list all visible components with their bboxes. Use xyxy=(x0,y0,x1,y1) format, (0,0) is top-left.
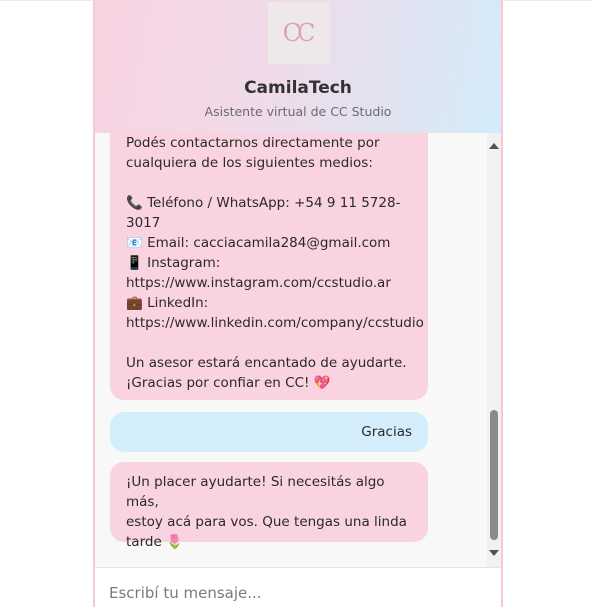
assistant-name: CamilaTech xyxy=(244,78,352,98)
assistant-subtitle: Asistente virtual de CC Studio xyxy=(204,104,392,119)
logo-monogram: CC xyxy=(282,19,316,47)
chat-widget: CC CamilaTech Asistente virtual de CC St… xyxy=(93,0,503,607)
scroll-down-arrow-icon[interactable] xyxy=(489,550,499,556)
message-list[interactable]: Podés contactarnos directamente por cual… xyxy=(95,133,487,567)
chat-header: CC CamilaTech Asistente virtual de CC St… xyxy=(95,0,501,133)
scroll-up-arrow-icon[interactable] xyxy=(489,143,499,149)
message-composer xyxy=(95,567,501,607)
brand-logo: CC xyxy=(268,2,330,64)
user-message: Gracias xyxy=(110,412,428,452)
bot-message: Podés contactarnos directamente por cual… xyxy=(110,133,428,400)
message-scrollbar[interactable] xyxy=(487,133,501,567)
bot-message: ¡Un placer ayudarte! Si necesitás algo m… xyxy=(110,462,428,550)
message-input[interactable] xyxy=(109,580,479,606)
scrollbar-thumb[interactable] xyxy=(490,410,498,540)
